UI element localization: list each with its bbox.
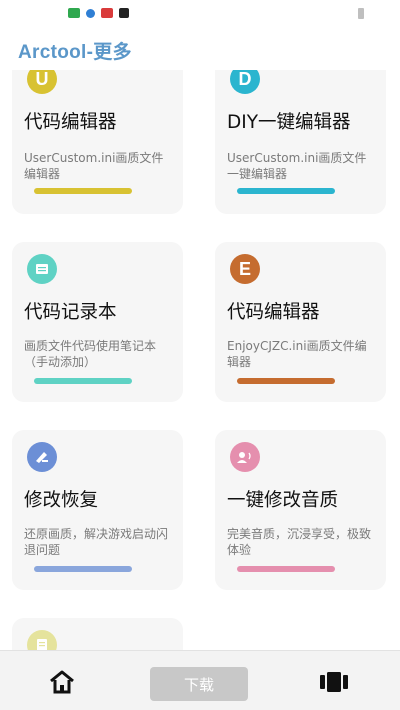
card-title: 修改恢复: [24, 490, 99, 511]
card-accent-bar: [237, 188, 335, 194]
card-title: 代码记录本: [24, 302, 117, 323]
card-accent-bar: [237, 378, 335, 384]
feature-card-restore[interactable]: 修改恢复 还原画质，解决游戏启动闪退问题: [12, 430, 183, 590]
letter-e-icon: E: [230, 254, 260, 284]
card-carousel-icon[interactable]: [318, 671, 350, 693]
feature-card-audio-quality[interactable]: 一键修改音质 完美音质，沉浸享受，极致体验: [215, 430, 386, 590]
tiktok-icon: [119, 8, 129, 18]
page-title: Arctool-更多: [18, 42, 132, 63]
card-title: DIY一键编辑器: [227, 112, 351, 133]
battery-icon: [358, 8, 364, 19]
app-notification-icon: [101, 8, 113, 18]
audio-icon: [230, 442, 260, 472]
notebook-icon: [27, 254, 57, 284]
status-bar: [0, 0, 400, 26]
card-title: 代码编辑器: [24, 112, 117, 133]
card-accent-bar: [34, 566, 132, 572]
feature-card-partial[interactable]: [12, 618, 183, 650]
card-accent-bar: [237, 566, 335, 572]
letter-u-icon: U: [27, 70, 57, 94]
download-label: 下载: [183, 675, 214, 694]
status-notification-icons: [68, 8, 129, 18]
card-accent-bar: [34, 188, 132, 194]
card-description: 完美音质，沉浸享受，极致体验: [227, 527, 372, 557]
app-notification-icon: [86, 8, 95, 18]
card-title: 代码编辑器: [227, 302, 320, 323]
card-description: EnjoyCJZC.ini画质文件编辑器: [227, 339, 367, 369]
card-description: 画质文件代码使用笔记本（手动添加）: [24, 339, 157, 369]
app-notification-icon: [68, 8, 80, 18]
card-description: 还原画质，解决游戏启动闪退问题: [24, 527, 169, 557]
feature-card-code-editor-usercustom[interactable]: U 代码编辑器 UserCustom.ini画质文件编辑器: [12, 70, 183, 214]
document-icon: [27, 630, 57, 650]
home-icon[interactable]: [48, 669, 76, 695]
card-accent-bar: [34, 378, 132, 384]
feature-grid: U 代码编辑器 UserCustom.ini画质文件编辑器 D DIY一键编辑器…: [0, 70, 400, 650]
feature-card-diy-editor[interactable]: D DIY一键编辑器 UserCustom.ini画质文件一键编辑器: [215, 70, 386, 214]
app-header: Arctool-更多: [0, 26, 400, 70]
feature-card-code-notebook[interactable]: 代码记录本 画质文件代码使用笔记本（手动添加）: [12, 242, 183, 402]
card-description: UserCustom.ini画质文件编辑器: [24, 151, 164, 181]
card-description: UserCustom.ini画质文件一键编辑器: [227, 151, 367, 181]
download-button[interactable]: 下载: [150, 667, 248, 701]
letter-d-icon: D: [230, 70, 260, 94]
feature-card-code-editor-enjoycjzc[interactable]: E 代码编辑器 EnjoyCJZC.ini画质文件编辑器: [215, 242, 386, 402]
repair-icon: [27, 442, 57, 472]
bottom-nav: 下载: [0, 650, 400, 710]
card-title: 一键修改音质: [227, 490, 339, 511]
